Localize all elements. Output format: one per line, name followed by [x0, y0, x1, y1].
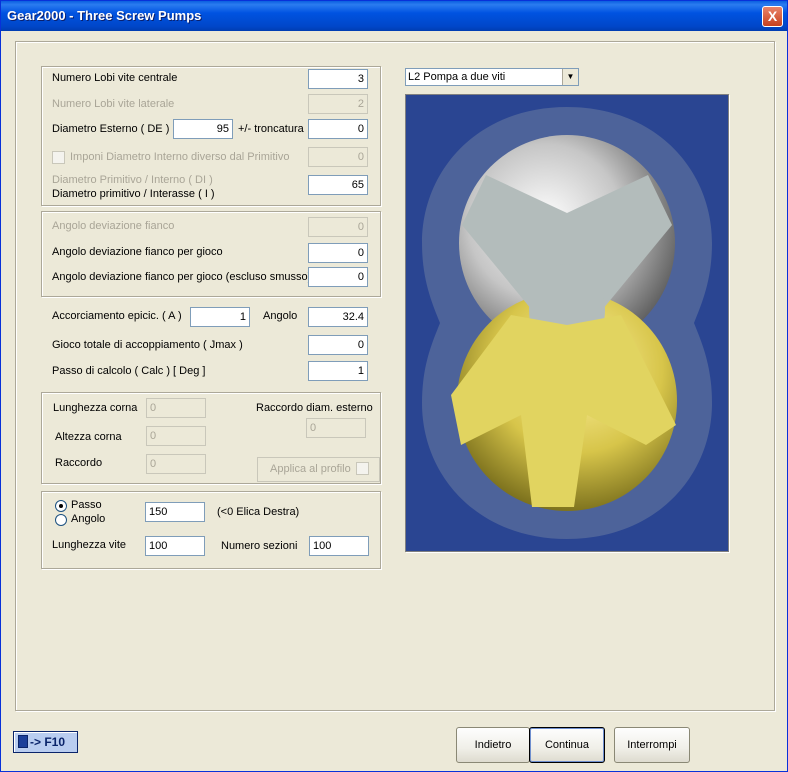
diametro-esterno-label: Diametro Esterno ( DE ) [52, 123, 170, 135]
angolo-label: Angolo [263, 310, 298, 322]
diametro-esterno-input[interactable]: 95 [173, 119, 233, 139]
angolo-dev-label: Angolo deviazione fianco [52, 220, 175, 232]
lobi-laterale-input: 2 [308, 94, 368, 114]
lunghezza-vite-label: Lunghezza vite [52, 539, 126, 551]
primitivo-interno-label: Diametro Primitivo / Interno ( DI ) [52, 174, 213, 186]
angolo-gioco-smusso-label: Angolo deviazione fianco per gioco (escl… [52, 271, 312, 283]
continua-button[interactable]: Continua [529, 727, 605, 763]
interrompi-button[interactable]: Interrompi [614, 727, 690, 763]
raccordo-label: Raccordo [55, 457, 103, 469]
main-window: Gear2000 - Three Screw Pumps X Numero Lo… [0, 0, 788, 772]
pump-type-value: L2 Pompa a due viti [408, 71, 506, 83]
imponi-checkbox [52, 151, 65, 164]
pump-preview [405, 94, 729, 552]
calculator-f10-button[interactable]: -> F10 [13, 731, 78, 753]
troncatura-label: +/- troncatura [238, 123, 304, 135]
angolo-radio[interactable] [55, 514, 67, 526]
angolo-gioco-label: Angolo deviazione fianco per gioco [52, 246, 223, 258]
passo-calcolo-label: Passo di calcolo ( Calc ) [ Deg ] [52, 365, 206, 377]
passo-input[interactable]: 150 [145, 502, 205, 522]
f10-label: -> F10 [30, 735, 66, 749]
angolo-dev-input: 0 [308, 217, 368, 237]
lunghezza-corna-label: Lunghezza corna [53, 402, 138, 414]
raccordo-diam-label: Raccordo diam. esterno [256, 402, 373, 414]
angolo-input[interactable]: 32.4 [308, 307, 368, 327]
imponi-label: Imponi Diametro Interno diverso dal Prim… [70, 151, 290, 163]
altezza-corna-label: Altezza corna [55, 431, 122, 443]
gioco-totale-label: Gioco totale di accoppiamento ( Jmax ) [52, 339, 243, 351]
altezza-corna-input: 0 [146, 426, 206, 446]
close-button[interactable]: X [762, 6, 783, 27]
numero-sezioni-input[interactable]: 100 [309, 536, 369, 556]
raccordo-input: 0 [146, 454, 206, 474]
lobi-centrale-label: Numero Lobi vite centrale [52, 72, 178, 84]
lobi-laterale-label: Numero Lobi vite laterale [52, 98, 175, 110]
elica-note: (<0 Elica Destra) [217, 506, 300, 518]
lobi-centrale-input[interactable]: 3 [308, 69, 368, 89]
raccordo-diam-input: 0 [306, 418, 366, 438]
imponi-input: 0 [308, 147, 368, 167]
indietro-button[interactable]: Indietro [456, 727, 530, 763]
numero-sezioni-label: Numero sezioni [221, 540, 298, 552]
gioco-totale-input[interactable]: 0 [308, 335, 368, 355]
passo-radio-label: Passo [71, 499, 102, 511]
passo-radio[interactable] [55, 500, 67, 512]
interasse-label: Diametro primitivo / Interasse ( I ) [52, 188, 215, 200]
angolo-radio-label: Angolo [71, 513, 106, 525]
pump-type-select[interactable]: L2 Pompa a due viti ▼ [405, 68, 579, 86]
applica-profilo-label: Applica al profilo [270, 463, 351, 475]
lunghezza-corna-input: 0 [146, 398, 206, 418]
angolo-gioco-smusso-input[interactable]: 0 [308, 267, 368, 287]
window-title: Gear2000 - Three Screw Pumps [7, 8, 202, 23]
accorciamento-input[interactable]: 1 [190, 307, 250, 327]
troncatura-input[interactable]: 0 [308, 119, 368, 139]
interasse-input[interactable]: 65 [308, 175, 368, 195]
pump-preview-image [406, 95, 728, 551]
title-bar[interactable]: Gear2000 - Three Screw Pumps X [1, 1, 787, 31]
calculator-icon [18, 735, 28, 748]
angolo-gioco-input[interactable]: 0 [308, 243, 368, 263]
chevron-down-icon[interactable]: ▼ [562, 69, 578, 85]
passo-calcolo-input[interactable]: 1 [308, 361, 368, 381]
accorciamento-label: Accorciamento epicic. ( A ) [52, 310, 182, 322]
lunghezza-vite-input[interactable]: 100 [145, 536, 205, 556]
applica-profilo-checkbox [356, 462, 369, 475]
